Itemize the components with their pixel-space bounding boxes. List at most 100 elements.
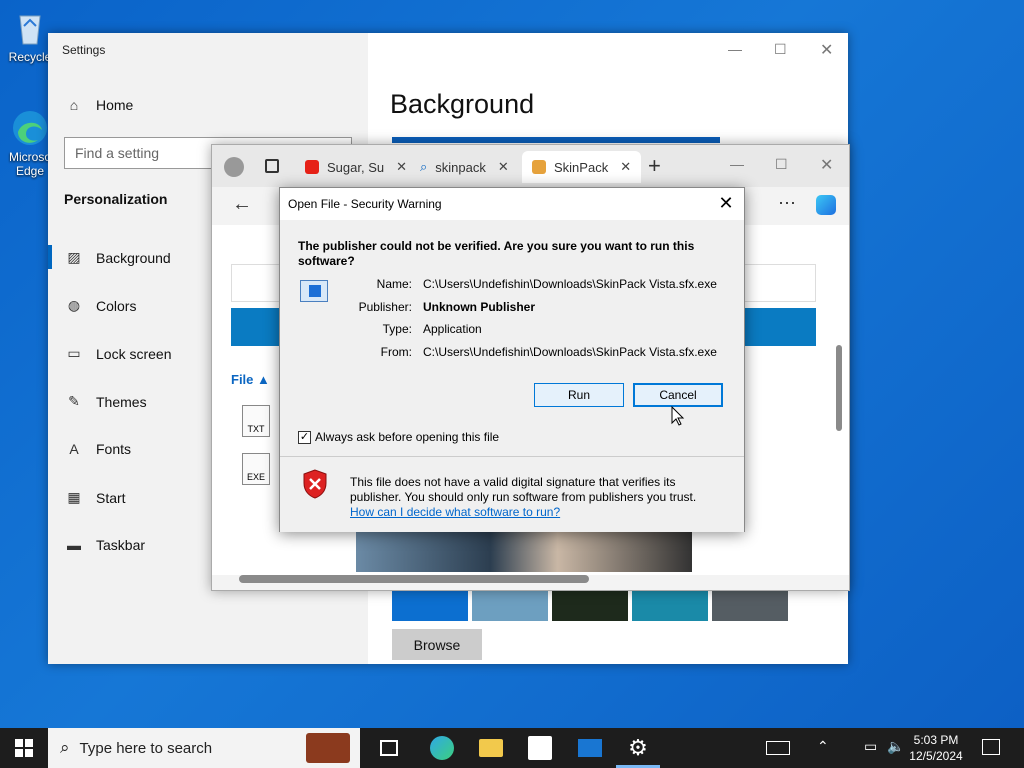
nav-lock-screen[interactable]: ▭ Lock screen — [64, 345, 171, 362]
dialog-footer: This file does not have a valid digital … — [280, 457, 744, 532]
dialog-title: Open File - Security Warning — [288, 197, 442, 211]
help-link[interactable]: How can I decide what software to run? — [350, 505, 730, 520]
tab-actions-icon[interactable] — [265, 159, 279, 173]
always-ask-checkbox[interactable]: ✓ — [298, 430, 311, 444]
maximize-icon[interactable]: ☐ — [775, 156, 788, 173]
page-image — [356, 530, 692, 572]
clock-date: 12/5/2024 — [909, 749, 963, 763]
from-value: C:\Users\Undefishin\Downloads\SkinPack V… — [423, 345, 717, 359]
themes-icon: ✎ — [68, 393, 80, 409]
warning-message: This file does not have a valid digital … — [350, 475, 697, 504]
lock-screen-icon: ▭ — [67, 345, 81, 361]
dialog-titlebar: Open File - Security Warning ✕ — [280, 188, 744, 220]
nav-label: Lock screen — [96, 345, 172, 362]
nav-colors[interactable]: ◍ Colors — [64, 297, 137, 314]
from-label: From: — [380, 345, 412, 359]
background-thumbnail[interactable] — [472, 590, 548, 621]
taskbar: ⌕ Type here to search ⚙ ⌃ ▭ 🔈 5:03 PM 12… — [0, 728, 1024, 768]
nav-taskbar[interactable]: ▬ Taskbar — [64, 537, 145, 553]
file-icon-exe[interactable]: EXE — [242, 453, 270, 485]
task-view-icon[interactable] — [380, 740, 398, 756]
fonts-icon: A — [69, 441, 79, 457]
new-tab-icon[interactable]: + — [648, 153, 661, 179]
keyboard-icon[interactable] — [766, 741, 790, 755]
close-icon[interactable]: ✕ — [714, 192, 738, 214]
browse-button[interactable]: Browse — [392, 629, 482, 660]
publisher-value: Unknown Publisher — [423, 300, 536, 314]
page-title: Background — [390, 89, 535, 119]
home-label: Home — [96, 97, 134, 113]
clock-time: 5:03 PM — [913, 733, 959, 747]
file-header-label: File — [231, 372, 254, 387]
nav-background[interactable]: ▨ Background — [64, 249, 171, 266]
file-explorer-icon[interactable] — [479, 739, 503, 757]
network-icon[interactable]: ▭ — [864, 738, 877, 755]
search-highlight-icon — [306, 733, 350, 763]
name-label: Name: — [376, 277, 412, 291]
store-icon[interactable] — [528, 736, 552, 760]
taskbar-icon: ▬ — [67, 537, 81, 553]
security-warning-dialog: Open File - Security Warning ✕ The publi… — [279, 187, 745, 532]
mail-icon[interactable] — [578, 739, 602, 757]
windows-logo-icon — [15, 739, 33, 757]
nav-label: Background — [96, 249, 171, 266]
file-column-header[interactable]: File ▲ — [231, 372, 270, 387]
settings-home[interactable]: ⌂ Home — [64, 97, 134, 113]
background-thumbnail[interactable] — [632, 590, 708, 621]
warning-text: This file does not have a valid digital … — [350, 475, 730, 520]
cancel-button[interactable]: Cancel — [633, 383, 723, 407]
chevron-up-icon[interactable]: ⌃ — [817, 738, 829, 755]
back-icon[interactable]: ← — [232, 193, 252, 216]
nav-label: Fonts — [96, 441, 132, 457]
home-icon: ⌂ — [69, 97, 79, 113]
nav-themes[interactable]: ✎ Themes — [64, 393, 146, 410]
always-ask-checkbox-row[interactable]: ✓ Always ask before opening this file — [298, 430, 499, 444]
notification-icon[interactable] — [982, 739, 1000, 755]
nav-start[interactable]: ▦ Start — [64, 489, 125, 506]
settings-title: Settings — [62, 43, 106, 57]
close-tab-icon[interactable]: ✕ — [620, 159, 631, 175]
tab-youtube[interactable]: Sugar, Su ✕ — [305, 154, 407, 180]
publisher-label: Publisher: — [358, 300, 412, 314]
taskbar-clock[interactable]: 5:03 PM 12/5/2024 — [906, 732, 966, 764]
edge-logo-icon — [10, 108, 50, 148]
nav-fonts[interactable]: A Fonts — [64, 441, 131, 457]
personalization-heading: Personalization — [64, 191, 168, 207]
maximize-icon[interactable]: ☐ — [774, 41, 787, 58]
taskbar-search-box[interactable]: ⌕ Type here to search — [48, 728, 360, 768]
profile-avatar[interactable] — [224, 157, 244, 177]
shield-warning-icon — [302, 469, 328, 504]
youtube-icon — [305, 160, 319, 174]
background-thumbnail[interactable] — [392, 590, 468, 621]
close-icon[interactable]: ✕ — [820, 40, 833, 60]
tab-search[interactable]: ⌕ skinpack ✕ — [420, 154, 509, 180]
tab-label: SkinPack — [554, 159, 609, 175]
edge-taskbar-icon[interactable] — [430, 736, 454, 760]
copilot-icon[interactable] — [816, 195, 836, 215]
background-thumbnail[interactable] — [552, 590, 628, 621]
volume-icon[interactable]: 🔈 — [887, 738, 904, 755]
mouse-cursor — [671, 405, 685, 431]
nav-label: Colors — [96, 297, 137, 314]
dialog-question: The publisher could not be verified. Are… — [298, 239, 695, 268]
minimize-icon[interactable]: — — [730, 156, 744, 172]
search-icon: ⌕ — [420, 159, 428, 174]
close-tab-icon[interactable]: ✕ — [396, 159, 407, 175]
vertical-scrollbar[interactable] — [836, 345, 842, 431]
settings-gear-icon[interactable]: ⚙ — [626, 736, 650, 760]
search-icon: ⌕ — [60, 738, 70, 757]
close-icon[interactable]: ✕ — [820, 155, 833, 175]
start-button[interactable] — [0, 728, 48, 768]
name-value: C:\Users\Undefishin\Downloads\SkinPack V… — [423, 277, 717, 291]
palette-icon: ◍ — [67, 297, 81, 313]
horizontal-scrollbar[interactable] — [239, 575, 589, 583]
background-thumbnail[interactable] — [712, 590, 788, 621]
run-button[interactable]: Run — [534, 383, 624, 407]
checkbox-label: Always ask before opening this file — [315, 430, 500, 444]
file-icon-txt[interactable]: TXT — [242, 405, 270, 437]
tab-label: Sugar, Su — [327, 159, 385, 175]
minimize-icon[interactable]: — — [728, 41, 742, 57]
more-icon[interactable]: ⋯ — [778, 193, 796, 214]
tab-skinpack[interactable]: SkinPack ✕ — [522, 151, 642, 183]
close-tab-icon[interactable]: ✕ — [498, 159, 509, 175]
